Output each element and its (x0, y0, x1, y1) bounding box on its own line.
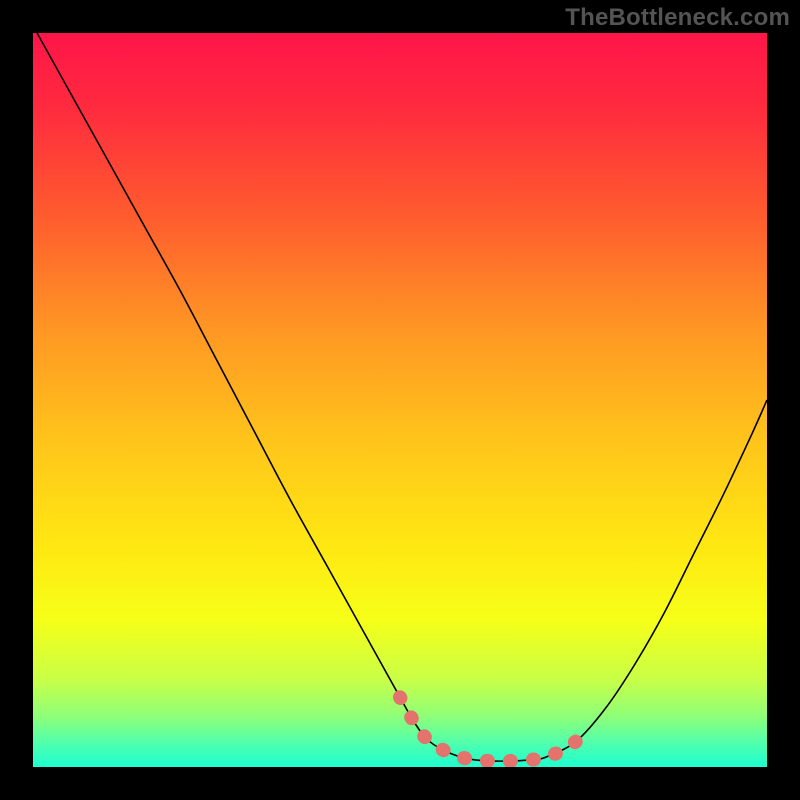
watermark-label: TheBottleneck.com (565, 4, 790, 32)
gradient-background (33, 33, 767, 767)
chart-svg (33, 33, 767, 767)
plot-area (33, 33, 767, 767)
chart-frame: TheBottleneck.com (0, 0, 800, 800)
